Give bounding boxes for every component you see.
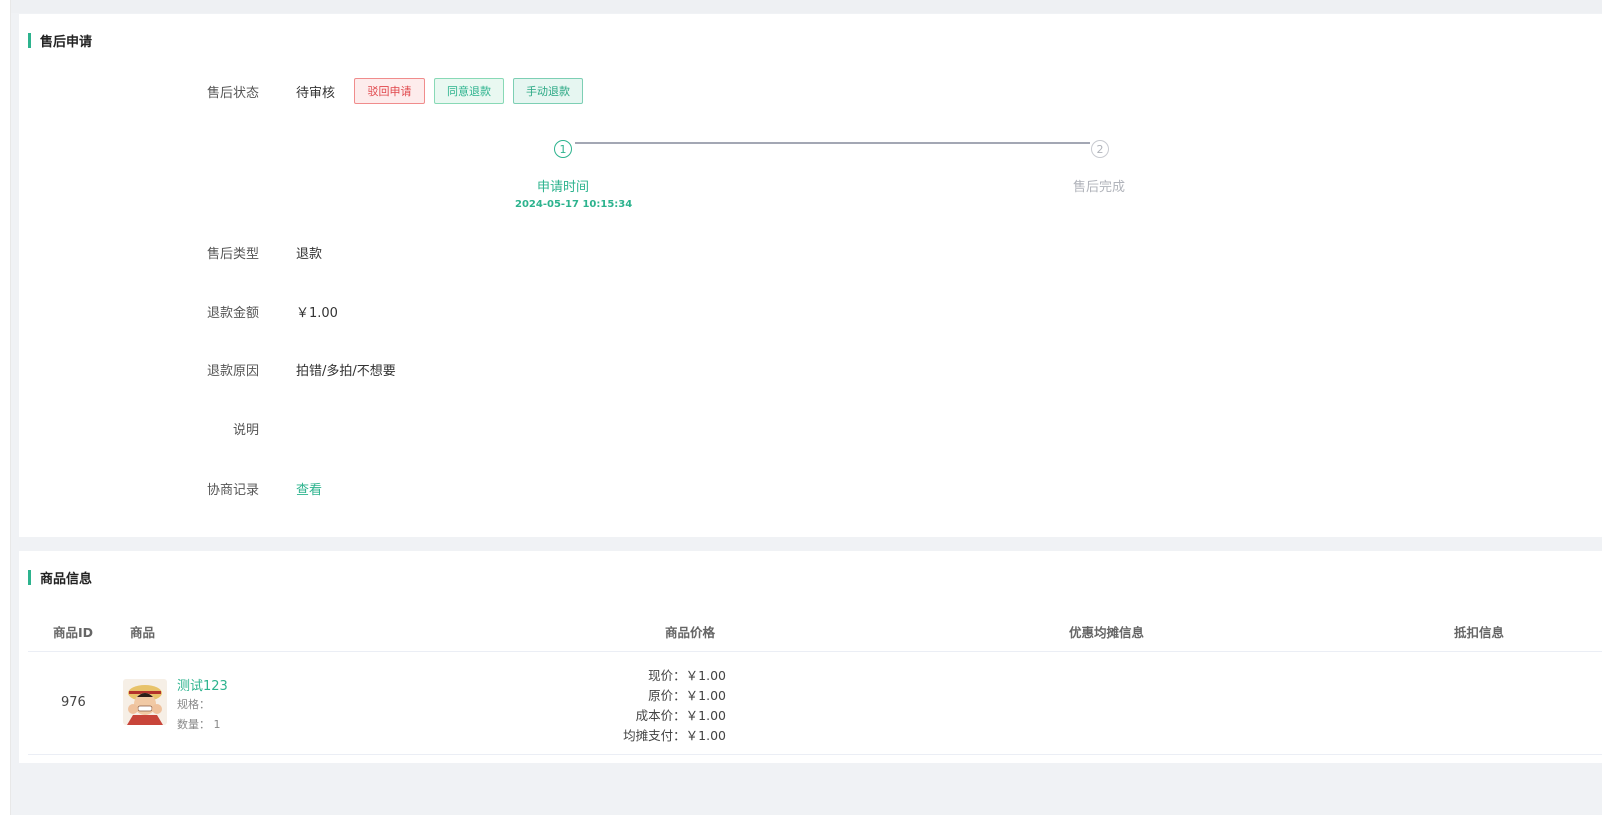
type-value: 退款	[296, 247, 323, 262]
section-accent-bar	[28, 569, 31, 585]
price-shared-payment: 均摊支付：￥1.00	[623, 728, 726, 743]
product-quantity: 数量： 1	[177, 718, 221, 731]
column-header-discount: 优惠均摊信息	[1069, 625, 1145, 640]
note-label: 说明	[232, 423, 259, 438]
reason-label: 退款原因	[206, 364, 259, 379]
amount-label: 退款金额	[206, 306, 259, 321]
table-header-divider	[28, 651, 1602, 652]
aftersale-section-title: 售后申请	[40, 34, 93, 50]
view-negotiation-link[interactable]: 查看	[296, 479, 322, 498]
left-sidebar-edge	[0, 0, 11, 815]
step-2-circle: 2	[1091, 140, 1109, 158]
manual-refund-button[interactable]: 手动退款	[513, 78, 583, 104]
top-strip	[0, 0, 1602, 13]
status-label: 售后状态	[206, 86, 259, 101]
column-header-price: 商品价格	[665, 625, 716, 640]
agree-refund-button[interactable]: 同意退款	[434, 78, 504, 104]
product-spec: 规格：	[177, 698, 210, 711]
step-1-circle: 1	[554, 140, 572, 158]
product-id: 976	[61, 695, 86, 710]
product-name-link[interactable]: 测试123	[177, 675, 228, 694]
column-header-product: 商品	[130, 625, 156, 640]
step-1-title: 申请时间	[537, 180, 590, 195]
amount-value: ￥1.00	[296, 306, 338, 321]
type-label: 售后类型	[206, 247, 259, 262]
price-original: 原价：￥1.00	[648, 688, 726, 703]
aftersale-card: 售后申请 售后状态 待审核 驳回申请 同意退款 手动退款 1 2 申请时间 售后…	[19, 14, 1602, 537]
steps-connector-line	[575, 142, 1090, 144]
status-value: 待审核	[296, 86, 336, 101]
price-cost: 成本价：￥1.00	[635, 708, 726, 723]
negotiation-label: 协商记录	[206, 483, 259, 498]
price-current: 现价：￥1.00	[648, 668, 726, 683]
aftersale-section-header: 售后申请	[28, 32, 93, 50]
step-2-title: 售后完成	[1073, 180, 1126, 195]
column-header-deduction: 抵扣信息	[1454, 625, 1505, 640]
reject-button[interactable]: 驳回申请	[354, 78, 425, 104]
goods-section-title: 商品信息	[40, 571, 93, 587]
product-thumbnail[interactable]	[123, 679, 167, 725]
step-1-time: 2024-05-17 10:15:34	[515, 199, 633, 210]
reason-value: 拍错/多拍/不想要	[296, 364, 396, 379]
section-accent-bar	[28, 32, 31, 48]
goods-card: 商品信息 商品ID 商品 商品价格 优惠均摊信息 抵扣信息 976 测试123 …	[19, 551, 1602, 763]
goods-section-header: 商品信息	[28, 569, 93, 587]
column-header-id: 商品ID	[53, 625, 94, 640]
product-image	[123, 679, 167, 725]
table-row-divider	[28, 754, 1602, 755]
